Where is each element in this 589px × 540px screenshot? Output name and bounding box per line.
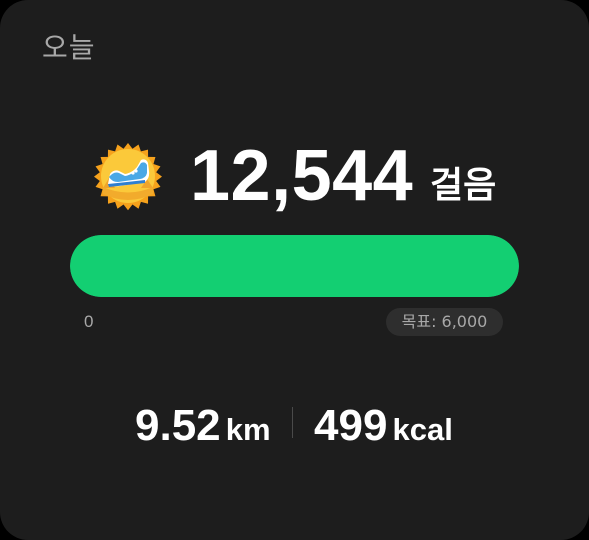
metric-divider [292,407,293,438]
step-summary: 12,544 걸음 [0,136,589,216]
distance-unit: km [225,412,271,447]
step-unit: 걸음 [430,165,497,206]
steps-progress-bar [70,235,519,297]
calories-unit: kcal [392,412,453,447]
progress-min-label: 0 [84,312,94,331]
goal-badge: 목표: 6,000 [386,308,503,336]
sneaker-badge-icon [94,143,162,211]
distance-value: 9.52 [135,401,221,450]
steps-progress-fill [70,235,519,297]
step-count: 12,544 [190,136,414,216]
card-title: 오늘 [42,31,96,64]
calories-value: 499 [314,401,388,450]
distance-metric: 9.52 km [135,400,271,452]
steps-card[interactable]: 오늘 12,544 걸음 0 목표: 6,000 9.52 km 499 kca… [0,0,589,540]
calories-metric: 499 kcal [314,400,453,452]
